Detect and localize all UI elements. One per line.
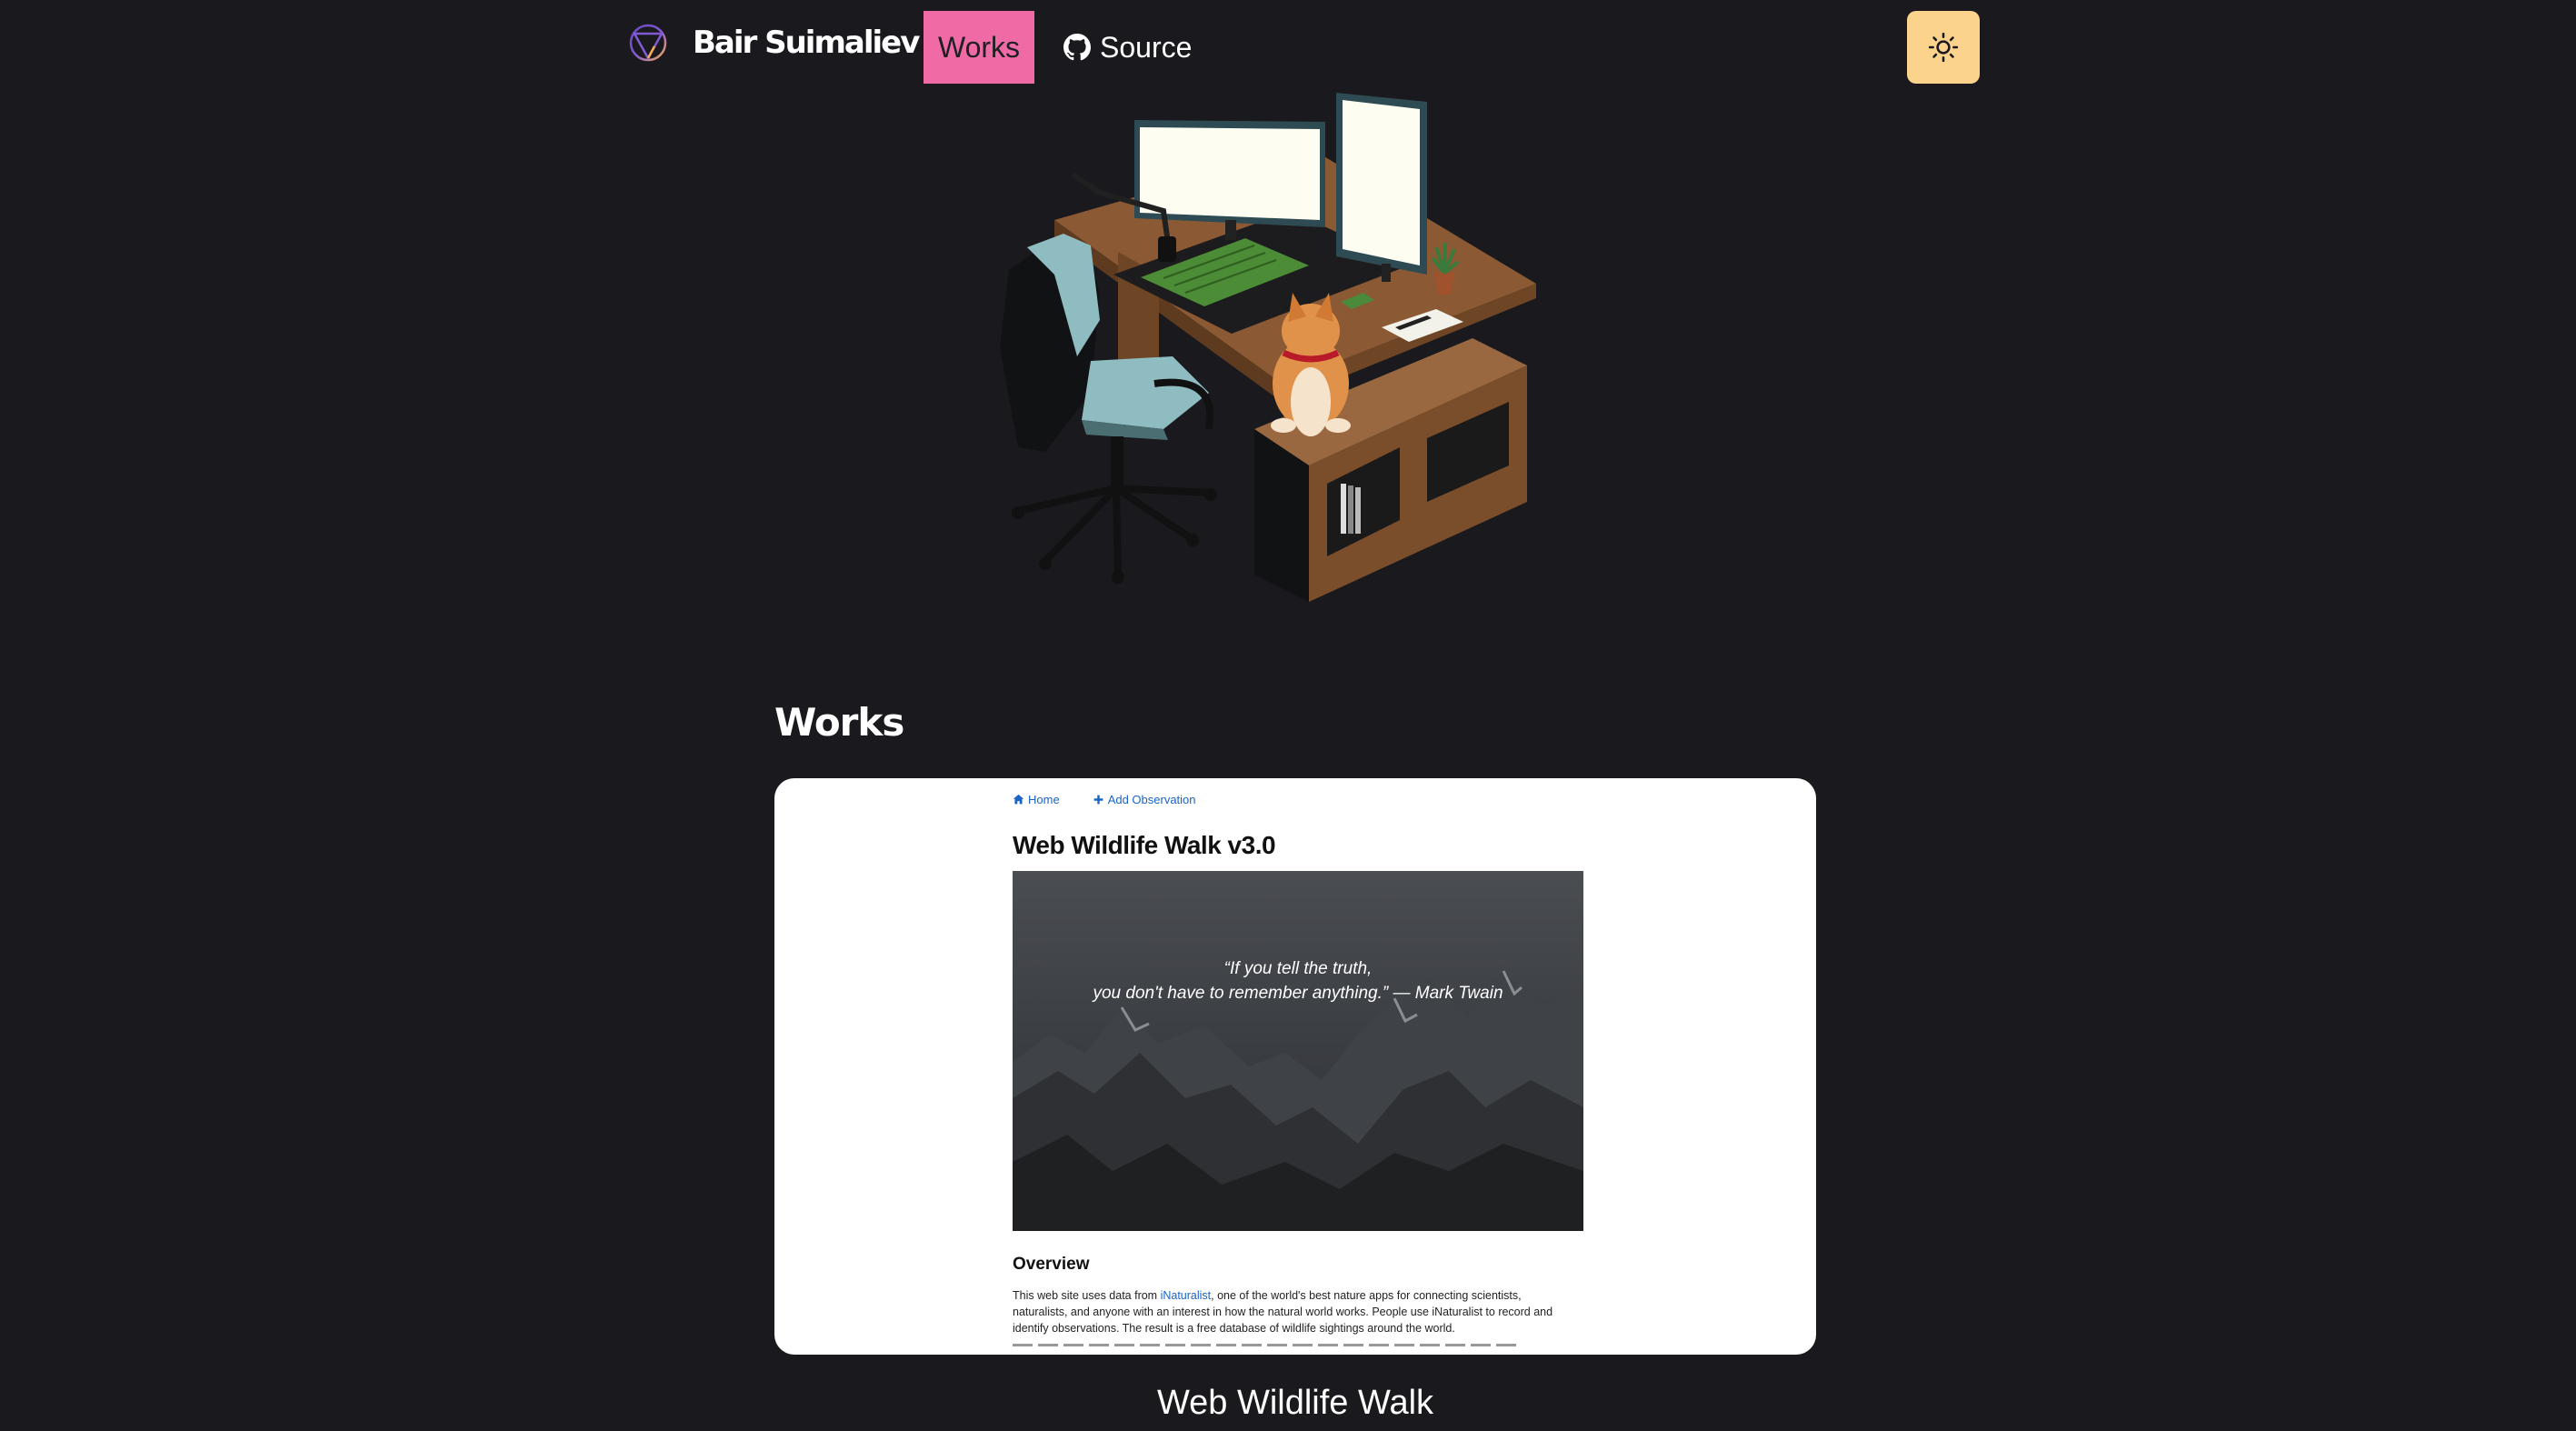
inaturalist-link: iNaturalist <box>1160 1289 1212 1302</box>
preview-nav-home-label: Home <box>1028 793 1060 806</box>
brand-logo-icon <box>629 24 667 62</box>
preview-overview-paragraph: This web site uses data from iNaturalist… <box>1013 1287 1576 1336</box>
quote-line-1: “If you tell the truth, <box>1223 959 1373 978</box>
preview-quote: “If you tell the truth, you don't have t… <box>1013 956 1583 1006</box>
preview-nav-home: Home <box>1013 793 1060 806</box>
overview-text-1: This web site uses data from <box>1013 1289 1161 1302</box>
work-preview-screenshot: Home Add Observation Web Wildlife Walk v… <box>1013 778 1585 1355</box>
nav-source-label: Source <box>1100 30 1193 64</box>
work-card-thumbnail[interactable]: Home Add Observation Web Wildlife Walk v… <box>774 778 1816 1355</box>
nav-source-link[interactable]: Source <box>1063 27 1192 67</box>
mountain-image-icon <box>1013 871 1583 1231</box>
site-header: Bair Suimaliev Works Source <box>0 0 2576 95</box>
quote-line-2: you don't have to remember anything.” — … <box>1093 984 1503 1003</box>
preview-title: Web Wildlife Walk v3.0 <box>1013 831 1276 859</box>
github-icon <box>1063 34 1091 61</box>
nav-works-link[interactable]: Works <box>924 11 1034 84</box>
preview-cut-off-text <box>1013 1344 1522 1346</box>
preview-nav-add-label: Add Observation <box>1107 793 1196 806</box>
preview-overview-heading: Overview <box>1013 1255 1090 1274</box>
theme-toggle-button[interactable] <box>1907 11 1980 84</box>
sun-icon <box>1928 32 1959 63</box>
plus-icon <box>1093 795 1103 805</box>
home-icon <box>1013 794 1024 805</box>
work-caption[interactable]: Web Wildlife Walk <box>774 1384 1816 1423</box>
works-section-title: Works <box>774 700 904 745</box>
desk-scene-icon <box>1000 93 1536 602</box>
preview-nav-add: Add Observation <box>1093 793 1196 806</box>
preview-nav: Home Add Observation <box>1013 793 1196 806</box>
preview-hero-image: “If you tell the truth, you don't have t… <box>1013 871 1583 1231</box>
brand-logo-link[interactable]: Bair Suimaliev <box>624 18 920 67</box>
brand-name: Bair Suimaliev <box>693 25 920 61</box>
desk-scene-illustration[interactable] <box>982 84 1563 629</box>
